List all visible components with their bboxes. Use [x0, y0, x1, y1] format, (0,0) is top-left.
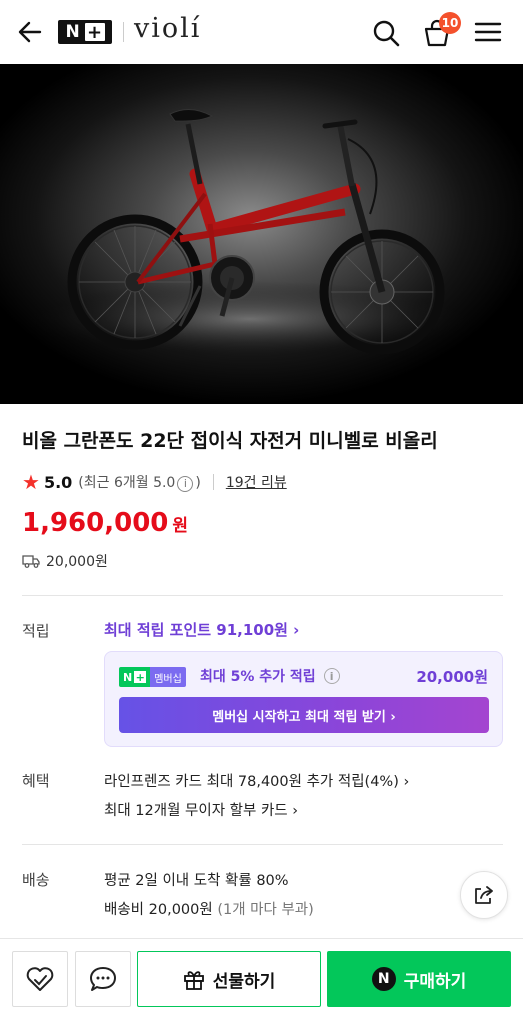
shipping-fee: 20,000원: [46, 554, 108, 570]
naver-n-letter: N: [65, 22, 80, 42]
talk-inquiry-button[interactable]: [75, 951, 131, 1007]
star-icon: ★: [22, 470, 40, 494]
badge-plus: +: [134, 670, 147, 684]
naver-pay-icon: N: [371, 967, 396, 991]
shipping-fee-row: 20,000원: [22, 551, 108, 571]
section-divider: [22, 844, 503, 845]
badge-membership-text: 멤버십: [150, 667, 186, 687]
delivery-arrival-rate: 평균 2일 이내 도착 확률 80%: [104, 873, 289, 889]
rating-score: 5.0: [43, 472, 73, 492]
max-points-link[interactable]: 최대 적립 포인트 91,100원 ›: [104, 619, 299, 640]
product-title: 비올 그란폰도 22단 접이식 자전거 미니벨로 비올리: [22, 430, 438, 452]
bottom-action-bar: 선물하기 N 구매하기: [0, 938, 523, 1024]
search-icon[interactable]: [371, 18, 401, 48]
installment-card-link[interactable]: 최대 12개월 무이자 할부 카드 ›: [104, 799, 298, 820]
membership-extra-points: 최대 5% 추가 적립 i: [200, 666, 342, 686]
benefits-label: 혜택: [22, 772, 50, 790]
price-unit: 원: [172, 516, 189, 536]
product-price: 1,960,000 원: [22, 508, 188, 538]
price-value: 1,960,000: [22, 508, 169, 538]
chat-bubble-icon: [90, 967, 116, 991]
start-membership-button[interactable]: 멤버십 시작하고 최대 적립 받기 ›: [119, 697, 489, 733]
buy-button[interactable]: N 구매하기: [327, 951, 511, 1007]
info-icon[interactable]: i: [177, 475, 194, 492]
top-header: N + violí 10: [0, 0, 523, 64]
delivery-label: 배송: [22, 871, 50, 889]
rating-recent: (최근 6개월 5.0 i): [78, 475, 201, 492]
membership-info-icon[interactable]: i: [323, 668, 340, 684]
points-label: 적립: [22, 622, 50, 640]
badge-n: N: [123, 670, 133, 684]
review-count-link[interactable]: 19건 리뷰: [226, 472, 287, 492]
delivery-fee-info: 배송비 20,000원 (1개 마다 부과): [104, 902, 314, 918]
header-divider: [123, 22, 124, 42]
delivery-truck-icon: [22, 555, 40, 568]
heart-check-icon: [26, 967, 54, 991]
card-points-benefit-link[interactable]: 라인프렌즈 카드 최대 78,400원 추가 적립(4%) ›: [104, 770, 409, 791]
gift-button-label: 선물하기: [212, 971, 276, 992]
share-button[interactable]: [460, 871, 508, 919]
folding-bicycle-illustration: [0, 64, 523, 404]
membership-box: N + 멤버십 최대 5% 추가 적립 i 20,000원 멤버십 시작하고 최대…: [104, 651, 503, 747]
rating-divider: [212, 474, 214, 490]
naver-membership-badge: N + 멤버십: [119, 667, 186, 687]
naver-plus-mark: +: [84, 22, 105, 43]
membership-points-amount: 20,000원: [416, 668, 488, 686]
section-divider: [22, 595, 503, 596]
rating-row: ★ 5.0 (최근 6개월 5.0 i) 19건 리뷰: [22, 470, 287, 494]
back-arrow-icon[interactable]: [16, 18, 44, 46]
naver-plus-logo[interactable]: N +: [58, 20, 112, 44]
gift-icon: [183, 971, 204, 990]
cart-count-badge: 10: [439, 12, 461, 34]
store-brand-logo[interactable]: violí: [134, 13, 201, 44]
gift-button[interactable]: 선물하기: [137, 951, 321, 1007]
buy-button-label: 구매하기: [403, 971, 467, 992]
product-image[interactable]: [0, 64, 523, 404]
hamburger-menu-icon[interactable]: [474, 20, 502, 44]
wishlist-button[interactable]: [12, 951, 68, 1007]
share-icon: [475, 886, 493, 904]
